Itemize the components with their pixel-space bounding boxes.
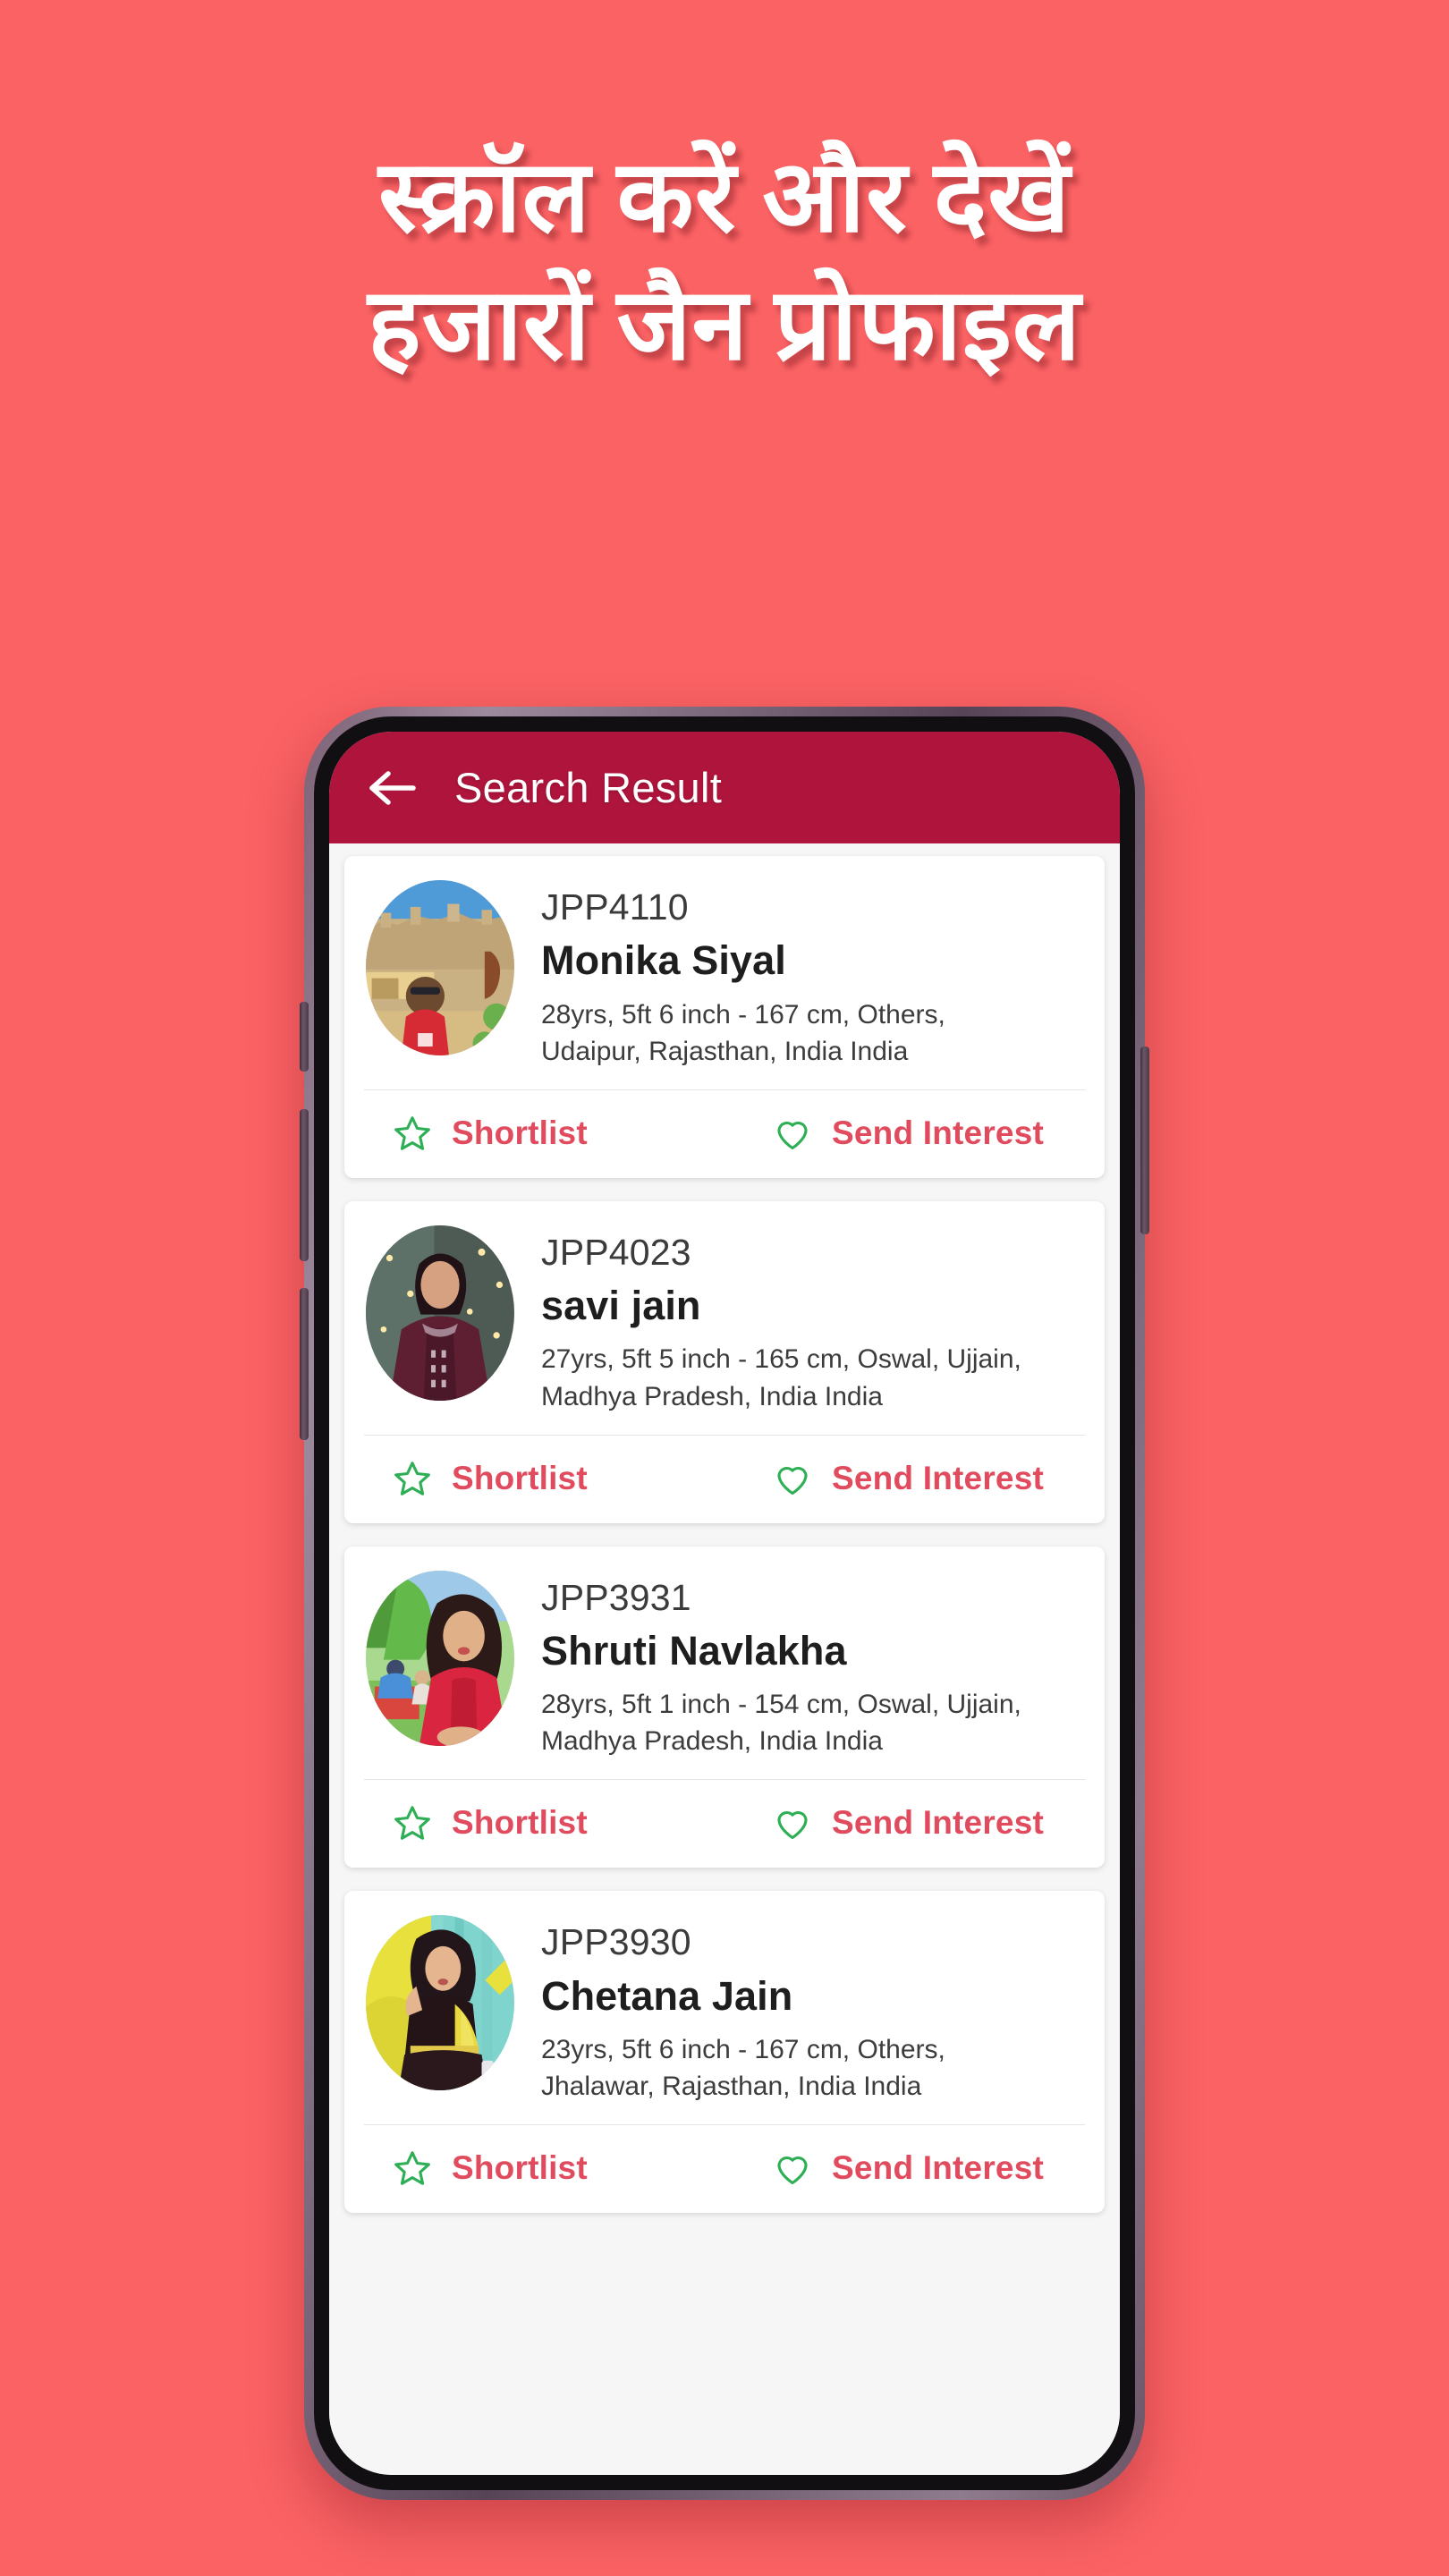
avatar[interactable] <box>366 1224 514 1401</box>
phone-bezel: Search Result JPP4110 Monika Siyal 28yrs… <box>314 716 1135 2490</box>
avatar[interactable] <box>366 1915 514 2091</box>
profile-detail-line-1: 27yrs, 5ft 5 inch - 165 cm, Oswal, Ujjai… <box>541 1344 1021 1375</box>
send-interest-label: Send Interest <box>832 1804 1044 1842</box>
profile-card[interactable]: JPP4023 savi jain 27yrs, 5ft 5 inch - 16… <box>344 1200 1105 1523</box>
shortlist-label: Shortlist <box>452 1459 588 1496</box>
phone-mockup: Search Result JPP4110 Monika Siyal 28yrs… <box>300 707 1149 2500</box>
profile-info: JPP4023 savi jain 27yrs, 5ft 5 inch - 16… <box>541 1225 1083 1415</box>
profile-info: JPP3931 Shruti Navlakha 28yrs, 5ft 1 inc… <box>541 1571 1083 1760</box>
page-title: Search Result <box>454 764 723 811</box>
profile-card[interactable]: JPP4110 Monika Siyal 28yrs, 5ft 6 inch -… <box>344 856 1105 1178</box>
profile-detail-line-2: Udaipur, Rajasthan, India India <box>541 1036 909 1066</box>
card-actions: Shortlist Send Interest <box>344 1436 1105 1523</box>
profile-detail-line-2: Jhalawar, Rajasthan, India India <box>541 2072 922 2102</box>
phone-button-volume-down[interactable] <box>300 1288 309 1440</box>
avatar-image-park <box>366 1570 514 1746</box>
profile-detail-line-2: Madhya Pradesh, India India <box>541 1726 883 1757</box>
card-actions: Shortlist Send Interest <box>344 1090 1105 1178</box>
phone-frame: Search Result JPP4110 Monika Siyal 28yrs… <box>300 707 1149 2500</box>
star-outline-icon <box>394 1116 430 1150</box>
send-interest-label: Send Interest <box>832 2149 1044 2187</box>
shortlist-label: Shortlist <box>452 2149 588 2187</box>
profile-detail-line-1: 28yrs, 5ft 1 inch - 154 cm, Oswal, Ujjai… <box>541 1690 1021 1720</box>
shortlist-button[interactable]: Shortlist <box>344 2148 724 2188</box>
profile-card-body: JPP3931 Shruti Navlakha 28yrs, 5ft 1 inc… <box>344 1546 1105 1780</box>
avatar-image-yellow <box>366 1915 514 2091</box>
app-bar: Search Result <box>329 732 1120 843</box>
headline-line-1: स्क्रॉल करें और देखें <box>378 142 1071 253</box>
profile-name: Shruti Navlakha <box>541 1628 847 1674</box>
avatar-image-fort <box>366 880 514 1055</box>
send-interest-button[interactable]: Send Interest <box>724 2148 1105 2188</box>
headline-line-2: हजारों जैन प्रोफाइल <box>368 270 1081 382</box>
shortlist-button[interactable]: Shortlist <box>344 1459 724 1498</box>
search-results-list[interactable]: JPP4110 Monika Siyal 28yrs, 5ft 6 inch -… <box>329 843 1120 2475</box>
send-interest-button[interactable]: Send Interest <box>724 1114 1105 1153</box>
profile-detail-line-1: 28yrs, 5ft 6 inch - 167 cm, Others, <box>541 999 945 1030</box>
send-interest-label: Send Interest <box>832 1114 1044 1151</box>
profile-name: Monika Siyal <box>541 937 786 984</box>
heart-outline-icon <box>777 1466 808 1495</box>
profile-card-body: JPP4110 Monika Siyal 28yrs, 5ft 6 inch -… <box>344 856 1105 1089</box>
send-interest-button[interactable]: Send Interest <box>724 1803 1105 1843</box>
profile-card-body: JPP4023 savi jain 27yrs, 5ft 5 inch - 16… <box>344 1201 1105 1435</box>
profile-id: JPP3930 <box>541 1921 691 1963</box>
profile-card[interactable]: JPP3931 Shruti Navlakha 28yrs, 5ft 1 inc… <box>344 1546 1105 1868</box>
profile-card-body: JPP3930 Chetana Jain 23yrs, 5ft 6 inch -… <box>344 1891 1105 2124</box>
arrow-left-icon[interactable] <box>369 768 419 808</box>
heart-outline-icon <box>777 1811 808 1840</box>
star-outline-icon <box>394 1461 430 1496</box>
send-interest-button[interactable]: Send Interest <box>724 1459 1105 1498</box>
heart-outline-icon <box>777 1121 808 1149</box>
shortlist-label: Shortlist <box>452 1804 588 1842</box>
promo-headline: स्क्रॉल करें और देखें हजारों जैन प्रोफाइ… <box>0 134 1449 391</box>
shortlist-label: Shortlist <box>452 1114 588 1151</box>
send-interest-label: Send Interest <box>832 1459 1044 1496</box>
profile-detail-line-1: 23yrs, 5ft 6 inch - 167 cm, Others, <box>541 2035 945 2065</box>
shortlist-button[interactable]: Shortlist <box>344 1114 724 1153</box>
heart-outline-icon <box>777 2157 808 2185</box>
shortlist-button[interactable]: Shortlist <box>344 1803 724 1843</box>
avatar[interactable] <box>366 1570 514 1746</box>
phone-button-silent[interactable] <box>300 1002 309 1072</box>
phone-screen: Search Result JPP4110 Monika Siyal 28yrs… <box>329 732 1120 2475</box>
avatar[interactable] <box>366 880 514 1055</box>
card-actions: Shortlist Send Interest <box>344 1780 1105 1868</box>
profile-name: savi jain <box>541 1283 701 1329</box>
profile-detail-line-2: Madhya Pradesh, India India <box>541 1381 883 1411</box>
phone-button-volume-up[interactable] <box>300 1109 309 1261</box>
avatar-image-lights <box>366 1224 514 1401</box>
star-outline-icon <box>394 2151 430 2186</box>
profile-info: JPP4110 Monika Siyal 28yrs, 5ft 6 inch -… <box>541 880 1083 1070</box>
profile-id: JPP4110 <box>541 886 689 928</box>
phone-button-power[interactable] <box>1140 1046 1149 1234</box>
card-actions: Shortlist Send Interest <box>344 2125 1105 2213</box>
profile-id: JPP4023 <box>541 1231 691 1273</box>
star-outline-icon <box>394 1806 430 1841</box>
profile-name: Chetana Jain <box>541 1972 793 2019</box>
profile-id: JPP3931 <box>541 1576 691 1618</box>
profile-info: JPP3930 Chetana Jain 23yrs, 5ft 6 inch -… <box>541 1915 1083 2105</box>
profile-card[interactable]: JPP3930 Chetana Jain 23yrs, 5ft 6 inch -… <box>344 1891 1105 2214</box>
